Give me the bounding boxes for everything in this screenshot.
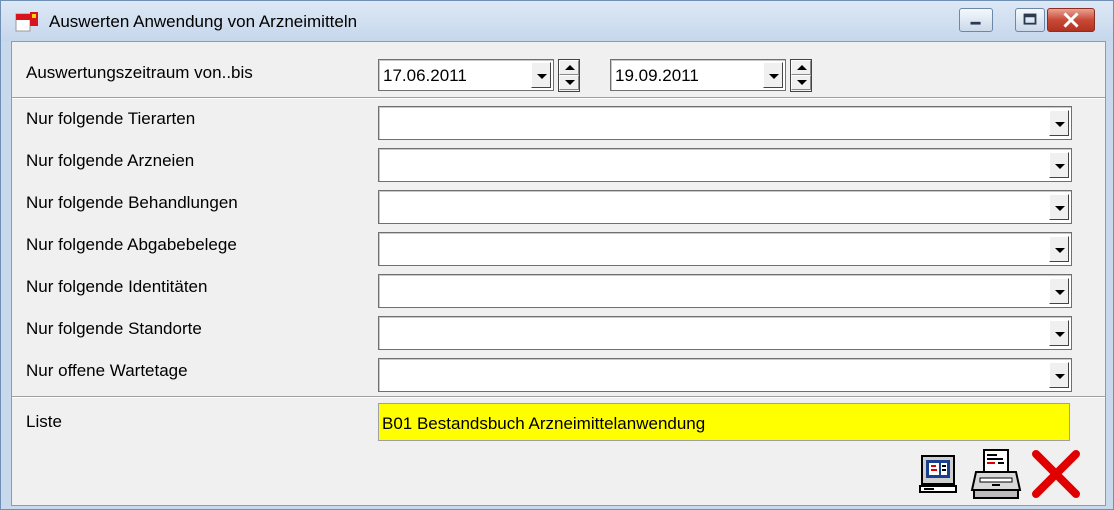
date-from-spin-down[interactable]	[559, 75, 579, 90]
filter-combo-arzneien[interactable]	[378, 148, 1072, 182]
spin-down-icon	[565, 80, 575, 85]
date-from-field[interactable]: 17.06.2011	[378, 59, 554, 91]
liste-value: B01 Bestandsbuch Arzneimittelanwendung	[382, 414, 706, 433]
filter-identitaeten-dropdown-button[interactable]	[1049, 278, 1069, 304]
liste-label: Liste	[26, 412, 62, 431]
filter-combo-tierarten[interactable]	[378, 106, 1072, 140]
chevron-down-icon	[1055, 164, 1065, 169]
chevron-down-icon	[537, 74, 547, 79]
screen-preview-button[interactable]	[916, 446, 964, 502]
filter-label-wartetage: Nur offene Wartetage	[26, 361, 188, 380]
form-area: Auswertungszeitraum von..bis 17.06.2011 …	[11, 41, 1106, 506]
maximize-button[interactable]	[1015, 8, 1045, 32]
window-title: Auswerten Anwendung von Arzneimitteln	[49, 12, 358, 31]
filter-behandlungen-dropdown-button[interactable]	[1049, 194, 1069, 220]
date-to-spin-down[interactable]	[791, 75, 811, 90]
print-button[interactable]	[970, 446, 1022, 502]
filter-combo-identitaeten[interactable]	[378, 274, 1072, 308]
date-to-spinner[interactable]	[790, 59, 812, 92]
date-from-dropdown-button[interactable]	[531, 62, 551, 88]
filter-label-tierarten: Nur folgende Tierarten	[26, 109, 196, 128]
filter-arzneien-dropdown-button[interactable]	[1049, 152, 1069, 178]
chevron-down-icon	[1055, 122, 1065, 127]
spin-up-icon	[565, 65, 575, 70]
filter-combo-abgabebelege[interactable]	[378, 232, 1072, 266]
chevron-down-icon	[1055, 374, 1065, 379]
date-to-dropdown-button[interactable]	[763, 62, 783, 88]
chevron-down-icon	[1055, 206, 1065, 211]
minimize-icon	[970, 21, 981, 25]
filter-abgabebelege-dropdown-button[interactable]	[1049, 236, 1069, 262]
date-to-value: 19.09.2011	[615, 66, 699, 85]
date-from-spinner[interactable]	[558, 59, 580, 92]
filter-label-standorte: Nur folgende Standorte	[26, 319, 202, 338]
filter-label-identitaeten: Nur folgende Identitäten	[26, 277, 208, 296]
date-to-spin-up[interactable]	[791, 60, 811, 75]
chevron-down-icon	[1055, 248, 1065, 253]
filter-label-behandlungen: Nur folgende Behandlungen	[26, 193, 238, 212]
printer-icon	[970, 449, 1022, 499]
filter-tierarten-dropdown-button[interactable]	[1049, 110, 1069, 136]
screen-preview-icon	[919, 455, 957, 493]
close-x-icon	[1032, 450, 1080, 498]
spin-up-icon	[797, 65, 807, 70]
filter-label-abgabebelege: Nur folgende Abgabebelege	[26, 235, 237, 254]
filter-combo-standorte[interactable]	[378, 316, 1072, 350]
app-icon	[15, 12, 38, 32]
period-label: Auswertungszeitraum von..bis	[26, 63, 253, 82]
title-bar[interactable]: Auswerten Anwendung von Arzneimitteln	[1, 1, 1113, 41]
filter-label-arzneien: Nur folgende Arzneien	[26, 151, 195, 170]
maximize-icon	[1023, 13, 1037, 25]
chevron-down-icon	[769, 74, 779, 79]
filter-standorte-dropdown-button[interactable]	[1049, 320, 1069, 346]
date-from-spin-up[interactable]	[559, 60, 579, 75]
minimize-button[interactable]	[959, 8, 993, 32]
close-form-button[interactable]	[1028, 446, 1084, 502]
window-close-button[interactable]	[1047, 8, 1095, 32]
spin-down-icon	[797, 80, 807, 85]
chevron-down-icon	[1055, 332, 1065, 337]
date-from-value: 17.06.2011	[383, 66, 467, 85]
divider	[12, 97, 1105, 99]
liste-selection-field[interactable]: B01 Bestandsbuch Arzneimittelanwendung	[378, 403, 1070, 441]
chevron-down-icon	[1055, 290, 1065, 295]
close-icon	[1063, 12, 1079, 28]
date-to-field[interactable]: 19.09.2011	[610, 59, 786, 91]
filter-combo-behandlungen[interactable]	[378, 190, 1072, 224]
divider	[12, 396, 1105, 398]
filter-wartetage-dropdown-button[interactable]	[1049, 362, 1069, 388]
filter-combo-wartetage[interactable]	[378, 358, 1072, 392]
report-window: Auswerten Anwendung von Arzneimitteln Au…	[0, 0, 1114, 510]
